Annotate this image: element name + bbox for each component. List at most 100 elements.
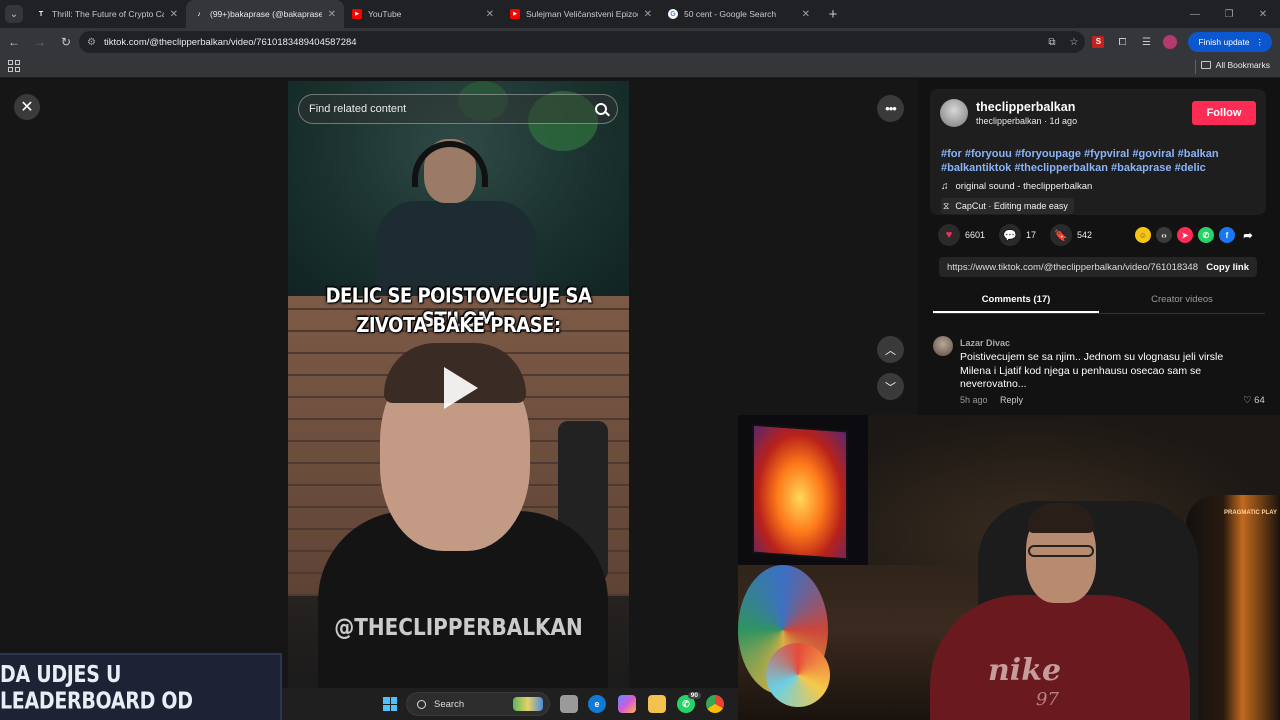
google-favicon-icon: G [668, 9, 678, 19]
commenter-name[interactable]: Lazar Divac [960, 338, 1010, 348]
like-count: 6601 [965, 230, 986, 240]
extension-s-icon[interactable]: S [1086, 31, 1110, 53]
close-tab-icon[interactable]: ✕ [170, 9, 178, 20]
tab-creator-videos[interactable]: Creator videos [1099, 290, 1265, 313]
tab-3[interactable]: ▶ Sulejman Veličanstveni Epizoda ✕ [502, 0, 660, 28]
more-options-button[interactable]: ••• [877, 95, 904, 122]
tab-2[interactable]: ▶ YouTube ✕ [344, 0, 502, 28]
search-icon[interactable] [595, 103, 607, 115]
close-tab-icon[interactable]: ✕ [644, 9, 652, 20]
tab-title: YouTube [368, 9, 402, 19]
edge-icon[interactable]: e [588, 695, 606, 713]
close-tab-icon[interactable]: ✕ [328, 9, 336, 20]
reading-list-icon[interactable]: ☰ [1134, 31, 1158, 53]
commenter-avatar[interactable] [933, 336, 953, 356]
close-tab-icon[interactable]: ✕ [486, 9, 494, 20]
search-placeholder: Find related content [309, 103, 407, 115]
embed-icon[interactable]: ‹› [1156, 227, 1172, 243]
url-text[interactable]: tiktok.com/@theclipperbalkan/video/76101… [104, 37, 1041, 48]
back-icon[interactable]: ← [2, 30, 26, 54]
reply-button[interactable]: Reply [1000, 395, 1023, 405]
colorful-ball [766, 643, 830, 707]
task-view-icon[interactable] [560, 695, 578, 713]
follow-button[interactable]: Follow [1192, 101, 1256, 125]
address-bar[interactable]: ⚙ tiktok.com/@theclipperbalkan/video/761… [79, 31, 1085, 53]
tab-0[interactable]: T Thrill: The Future of Crypto Casino ✕ [28, 0, 186, 28]
tab-4[interactable]: G 50 cent - Google Search ✕ [660, 0, 818, 28]
comment-button[interactable]: 💬 17 [999, 224, 1036, 246]
video-player[interactable]: Find related content DELIC SE POISTOVECU… [288, 81, 629, 690]
apps-grid-icon[interactable] [8, 60, 20, 72]
restore-icon[interactable]: ❐ [1212, 0, 1246, 28]
hashtag-link[interactable]: #balkan [1178, 148, 1219, 160]
sound-link[interactable]: ♫ original sound - theclipperbalkan [941, 181, 1092, 192]
gift-icon[interactable]: ☺ [1135, 227, 1151, 243]
cast-icon[interactable]: ⧉ [1041, 37, 1063, 48]
share-arrow-icon[interactable]: ➦ [1240, 227, 1256, 243]
hashtag-link[interactable]: #fypviral [1084, 148, 1129, 160]
whatsapp-icon[interactable]: ✆ 90 [677, 692, 701, 713]
comment-like-button[interactable]: ♡ 64 [1243, 395, 1265, 406]
hashtag-link[interactable]: #delic [1175, 162, 1206, 174]
streamer-hair [1028, 503, 1094, 533]
whatsapp-icon[interactable]: ✆ [1198, 227, 1214, 243]
finish-update-button[interactable]: Finish update ⋮ [1188, 32, 1272, 52]
copilot-icon[interactable] [618, 695, 636, 713]
close-tab-icon[interactable]: ✕ [802, 9, 810, 20]
capcut-label: CapCut · Editing made easy [955, 201, 1068, 211]
window-controls: — ❐ ✕ [1178, 0, 1280, 28]
folder-icon [1200, 61, 1211, 69]
hashtag-link[interactable]: #for [941, 148, 962, 160]
hashtag-link[interactable]: #foryoupage [1015, 148, 1081, 160]
minimize-icon[interactable]: — [1178, 0, 1212, 28]
chrome-icon[interactable] [706, 695, 724, 713]
close-window-icon[interactable]: ✕ [1246, 0, 1280, 28]
previous-video-button[interactable]: ︿ [877, 336, 904, 363]
engagement-actions: ♥ 6601 💬 17 🔖 542 [938, 224, 1106, 246]
forward-icon[interactable]: → [28, 30, 52, 54]
taskbar-search[interactable]: Search [406, 692, 550, 716]
share-link-url[interactable]: https://www.tiktok.com/@theclipperbalkan… [947, 262, 1198, 273]
extensions-puzzle-icon[interactable]: ⧠ [1110, 31, 1134, 53]
share-link-box[interactable]: https://www.tiktok.com/@theclipperbalkan… [939, 257, 1257, 277]
send-icon[interactable]: ➤ [1177, 227, 1193, 243]
author-avatar[interactable] [940, 99, 968, 127]
tab-1[interactable]: ♪ (99+)bakaprase (@bakaprase) | TikTok ✕ [186, 0, 344, 28]
play-icon[interactable] [444, 367, 478, 409]
shirt-number: 97 [1036, 689, 1059, 710]
windows-start-icon[interactable] [383, 697, 397, 711]
copy-link-button[interactable]: Copy link [1206, 262, 1249, 273]
hashtag-link[interactable]: #goviral [1132, 148, 1174, 160]
video-search-input[interactable]: Find related content [298, 94, 618, 124]
hashtag-link[interactable]: #bakaprase [1111, 162, 1172, 174]
all-bookmarks-button[interactable]: All Bookmarks [1200, 60, 1270, 70]
next-video-button[interactable]: ﹀ [877, 373, 904, 400]
hashtag-link[interactable]: #balkantiktok [941, 162, 1011, 174]
music-note-icon: ♫ [941, 181, 949, 192]
author-handle-time: theclipperbalkan · 1d ago [976, 116, 1078, 126]
author-info-card: theclipperbalkan theclipperbalkan · 1d a… [930, 89, 1266, 215]
close-video-button[interactable]: ✕ [14, 94, 40, 120]
save-button[interactable]: 🔖 542 [1050, 224, 1092, 246]
bookmark-star-icon[interactable]: ☆ [1063, 37, 1085, 48]
save-count: 542 [1077, 230, 1093, 240]
tab-comments[interactable]: Comments (17) [933, 290, 1099, 313]
facebook-icon[interactable]: f [1219, 227, 1235, 243]
file-explorer-icon[interactable] [648, 695, 666, 713]
author-name[interactable]: theclipperbalkan [976, 100, 1075, 114]
hashtag-link[interactable]: #foryouu [965, 148, 1012, 160]
hashtag-link[interactable]: #theclipperbalkan [1014, 162, 1108, 174]
like-button[interactable]: ♥ 6601 [938, 224, 985, 246]
tab-title: 50 cent - Google Search [684, 9, 777, 19]
site-info-icon[interactable]: ⚙ [87, 37, 96, 48]
banner-text: DA UDJES U LEADERBOARD OD [0, 661, 193, 714]
profile-avatar-icon[interactable] [1158, 31, 1182, 53]
new-tab-button[interactable]: + [822, 3, 844, 25]
toolbar-right: S ⧠ ☰ Finish update ⋮ [1086, 31, 1272, 53]
shirt-logo: nike [988, 653, 1062, 688]
tab-search-button[interactable]: ⌄ [0, 0, 28, 28]
reload-icon[interactable]: ↻ [54, 30, 78, 54]
capcut-link[interactable]: ⧖ CapCut · Editing made easy [941, 198, 1074, 214]
thrill-favicon-icon: T [38, 10, 44, 18]
comment-icon: 💬 [999, 224, 1022, 246]
